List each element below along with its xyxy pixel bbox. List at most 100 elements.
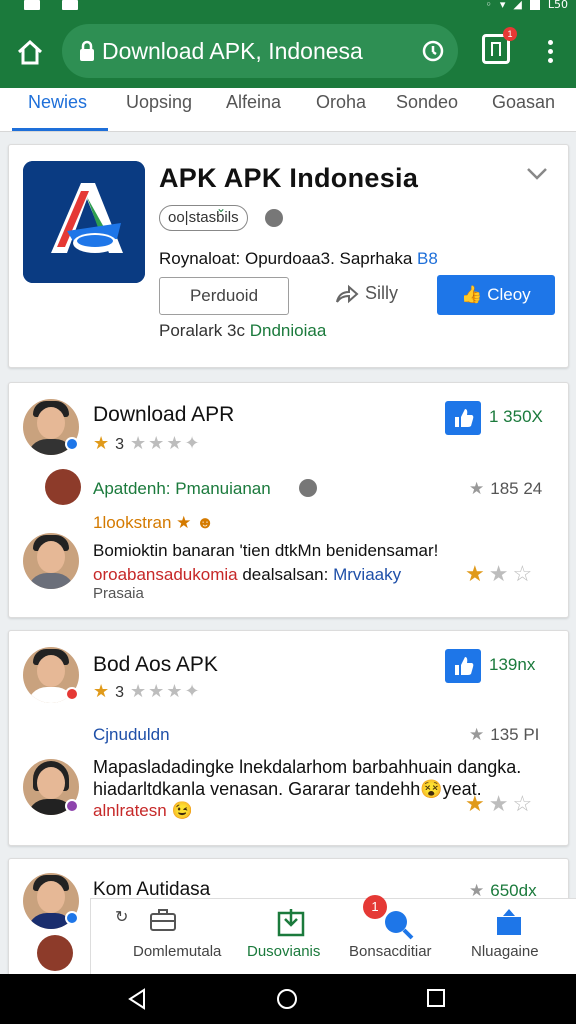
app-footer: Poralark 3c Dndnioiaa (159, 321, 326, 341)
wifi-icon: ▾ (499, 0, 506, 11)
app-logo-icon (23, 161, 145, 283)
info-icon[interactable] (422, 40, 444, 62)
rating-number: 3 (115, 436, 127, 453)
notification-badge: 1 (363, 895, 387, 919)
overflow-menu-button[interactable] (540, 40, 560, 66)
reply-count: ★ 185 24 (469, 479, 543, 498)
nav-dusovianis[interactable]: Dusovianis (247, 943, 320, 960)
emoji-icon: 😵 (420, 779, 443, 799)
app-title: APK APK Indonesia (159, 163, 419, 193)
reply-count-value: 185 24 (490, 479, 543, 498)
globe-icon (299, 479, 317, 497)
upload-icon (497, 909, 521, 935)
star-rating: ★ 3 ★★★✦ (93, 681, 202, 701)
notification-icon (24, 0, 40, 10)
category-tabs: Newies Uopsing Alfeina Oroha Sondeo Goas… (0, 88, 576, 132)
app-footer-value: Dndnioiaa (249, 321, 327, 340)
recents-icon[interactable] (426, 988, 446, 1008)
reply-author[interactable]: Cjnuduldn (93, 725, 170, 745)
tab-newies[interactable]: Newies (28, 92, 87, 113)
alarm-icon: ◦ (485, 0, 492, 11)
tab-uopsing[interactable]: Uopsing (126, 92, 192, 113)
more-dot (547, 49, 553, 54)
rate-stars[interactable]: ★★☆ (465, 561, 536, 587)
review-card: Download APR ★ 3 ★★★✦ 1 350X Apatdenh: Pma… (8, 382, 569, 618)
share-button[interactable]: Silly (335, 283, 398, 304)
like-count: 1 350X (489, 407, 543, 426)
verified-badge-icon (65, 911, 79, 925)
home-button[interactable] (10, 34, 50, 70)
highlight-label: 1lookstran (93, 513, 172, 532)
like-button[interactable] (445, 401, 481, 435)
battery-icon (529, 0, 540, 10)
status-badge-icon (65, 687, 79, 701)
reply-count-value: 135 PI (490, 725, 540, 744)
review-footer: Prasaia (93, 585, 144, 602)
star-rating: ★ 3 ★★★✦ (93, 433, 202, 453)
briefcase-icon (150, 909, 176, 931)
review-body: Mapasladadingke lnekdalarhom barbahhuain… (93, 757, 522, 777)
review-body: Bomioktin banaran 'tien dtkMn benidensam… (93, 541, 439, 560)
tab-alfeina[interactable]: Alfeina (226, 92, 281, 113)
status-time: L50 (547, 0, 568, 11)
share-icon (336, 284, 359, 303)
reply-count: ★ 135 PI (469, 725, 540, 744)
primary-action-button[interactable]: 👍 Cleoy (437, 275, 555, 315)
status-bar: ◦ ▾ ◢ L50 (0, 0, 576, 14)
thumbs-up-icon: 👍 (461, 285, 483, 304)
refresh-icon[interactable]: ↻ (115, 907, 128, 927)
tabs-icon (491, 42, 501, 56)
status-badge-icon (65, 799, 79, 813)
avatar (45, 469, 81, 505)
tab-oroha[interactable]: Oroha (316, 92, 366, 113)
avatar (37, 935, 73, 971)
app-meta-label: Roynaloat: Opurdoaa3. Saprhaka (159, 249, 413, 268)
tab-sondeo[interactable]: Sondeo (396, 92, 458, 113)
body-red-text: alnlratesn (93, 801, 167, 820)
app-icon (23, 161, 145, 283)
highlight-text: 1lookstran ★ ☻ (93, 513, 215, 532)
primary-action-label: Cleoy (487, 285, 531, 304)
app-footer-label: Poralark 3c (159, 321, 245, 340)
chevron-down-icon[interactable] (526, 167, 548, 181)
review-card: Bod Aos APK ★ 3 ★★★✦ 139nx Cjnuduldn ★ 135 … (8, 630, 569, 846)
nav-nluagaine[interactable]: Nluagaine (471, 943, 539, 960)
body-link-text[interactable]: Mrviaaky (333, 565, 401, 584)
nav-bonsacditiar[interactable]: Bonsacditiar (349, 943, 432, 960)
bottom-navigation: ↻ Domlemutala Dusovianis 1 Bonsacditiar … (90, 895, 576, 974)
tabs-button[interactable]: 1 (482, 27, 517, 64)
app-meta: Roynaloat: Opurdoaa3. Saprhaka B8 (159, 249, 438, 269)
review-title: Download APR (93, 403, 235, 426)
nav-domlemutala[interactable]: Domlemutala (133, 943, 221, 960)
emoji-icon: 😉 (171, 801, 193, 820)
review-footer: alnlratesn 😉 (93, 801, 193, 821)
body-mid-text: dealsalsan: (242, 565, 329, 584)
globe-icon (265, 209, 283, 227)
share-label: Silly (365, 283, 399, 303)
like-count: 139nx (489, 655, 536, 674)
more-dot (547, 58, 553, 63)
tab-goasan[interactable]: Goasan (492, 92, 555, 113)
back-icon[interactable] (126, 988, 148, 1010)
review-title: Bod Aos APK (93, 653, 218, 676)
thumbs-up-icon (455, 657, 474, 675)
perduoid-button[interactable]: Perduoid (159, 277, 289, 315)
like-button[interactable] (445, 649, 481, 683)
search-icon (385, 911, 414, 940)
download-icon (277, 909, 305, 937)
rating-number: 3 (115, 684, 127, 701)
address-bar[interactable]: Download APK, Indonesa (62, 24, 458, 78)
lock-icon (80, 40, 94, 61)
system-navigation-bar (0, 974, 576, 1024)
app-tag-label: oo|stasbils (168, 209, 239, 226)
home-circle-icon[interactable] (276, 988, 298, 1010)
verified-badge-icon (65, 437, 79, 451)
rate-stars[interactable]: ★★☆ (465, 791, 536, 817)
app-tag-pill: oo|stasbils ⌄ (159, 201, 248, 231)
avatar[interactable] (23, 533, 79, 589)
image-icon (62, 0, 78, 10)
review-body-line2: oroabansadukomia dealsalsan: Mrviaaky (93, 565, 401, 585)
reply-author[interactable]: Apatdenh: Pmanuianan (93, 479, 271, 499)
check-icon: ⌄ (216, 201, 227, 215)
more-vertical-icon (547, 40, 553, 45)
